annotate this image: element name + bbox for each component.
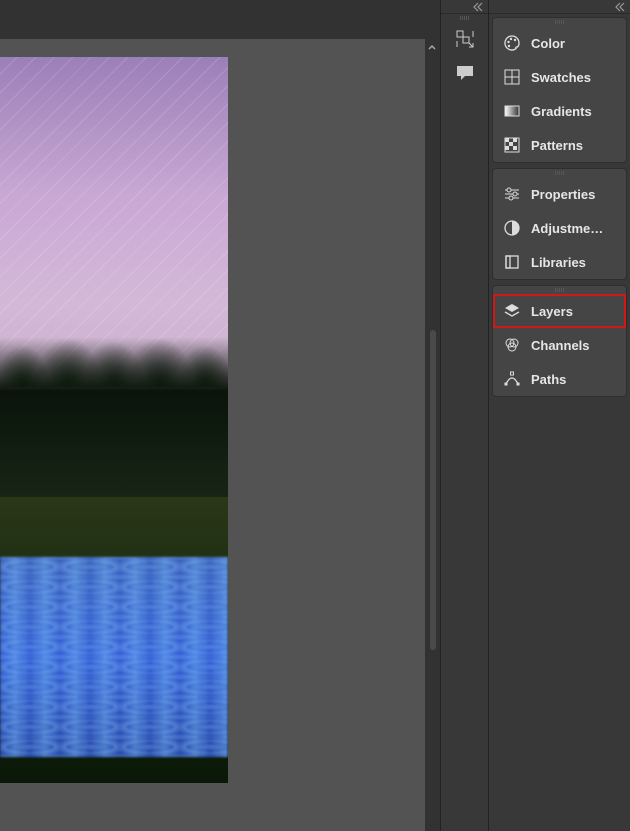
history-panel-button[interactable] bbox=[441, 22, 489, 56]
collapse-chevron-icon bbox=[472, 2, 484, 12]
panel-group-layers: Layers Channels Paths bbox=[492, 285, 627, 397]
panel-label: Libraries bbox=[531, 255, 586, 270]
canvas-area bbox=[0, 0, 440, 831]
collapse-chevron-icon bbox=[614, 2, 626, 12]
panel-label: Swatches bbox=[531, 70, 591, 85]
panel-grip[interactable] bbox=[441, 14, 488, 22]
panel-grip[interactable] bbox=[493, 18, 626, 26]
panel-tab-layers[interactable]: Layers bbox=[493, 294, 626, 328]
panel-grip[interactable] bbox=[493, 286, 626, 294]
panel-label: Properties bbox=[531, 187, 595, 202]
panel-group-properties: Properties Adjustme… Libraries bbox=[492, 168, 627, 280]
properties-icon bbox=[503, 185, 521, 203]
dock-column bbox=[440, 0, 488, 831]
panel-label: Patterns bbox=[531, 138, 583, 153]
dock-collapse-header[interactable] bbox=[441, 0, 488, 14]
panel-tab-channels[interactable]: Channels bbox=[493, 328, 626, 362]
panel-group-color: Color Swatches Gradients Patterns bbox=[492, 17, 627, 163]
panel-tab-adjustments[interactable]: Adjustme… bbox=[493, 211, 626, 245]
panel-tab-libraries[interactable]: Libraries bbox=[493, 245, 626, 279]
history-icon bbox=[455, 29, 475, 49]
libraries-icon bbox=[503, 253, 521, 271]
panel-tab-properties[interactable]: Properties bbox=[493, 177, 626, 211]
collapse-caret-icon[interactable] bbox=[426, 42, 438, 54]
panel-collapse-header[interactable] bbox=[489, 0, 630, 14]
panel-tab-paths[interactable]: Paths bbox=[493, 362, 626, 396]
panel-column: Color Swatches Gradients Patterns bbox=[488, 0, 630, 831]
panel-label: Adjustme… bbox=[531, 221, 603, 236]
adjustments-icon bbox=[503, 219, 521, 237]
panel-label: Layers bbox=[531, 304, 573, 319]
panel-tab-color[interactable]: Color bbox=[493, 26, 626, 60]
layers-icon bbox=[503, 302, 521, 320]
panel-grip[interactable] bbox=[493, 169, 626, 177]
panel-tab-gradients[interactable]: Gradients bbox=[493, 94, 626, 128]
panel-label: Color bbox=[531, 36, 565, 51]
gradients-icon bbox=[503, 102, 521, 120]
patterns-icon bbox=[503, 136, 521, 154]
panel-label: Gradients bbox=[531, 104, 592, 119]
color-icon bbox=[503, 34, 521, 52]
panel-tab-swatches[interactable]: Swatches bbox=[493, 60, 626, 94]
panel-tab-patterns[interactable]: Patterns bbox=[493, 128, 626, 162]
comments-panel-button[interactable] bbox=[441, 56, 489, 90]
channels-icon bbox=[503, 336, 521, 354]
document-image[interactable] bbox=[0, 57, 228, 783]
panel-label: Paths bbox=[531, 372, 566, 387]
comment-icon bbox=[455, 63, 475, 83]
paths-icon bbox=[503, 370, 521, 388]
vertical-scrollbar[interactable] bbox=[430, 330, 436, 650]
panel-label: Channels bbox=[531, 338, 590, 353]
swatches-icon bbox=[503, 68, 521, 86]
